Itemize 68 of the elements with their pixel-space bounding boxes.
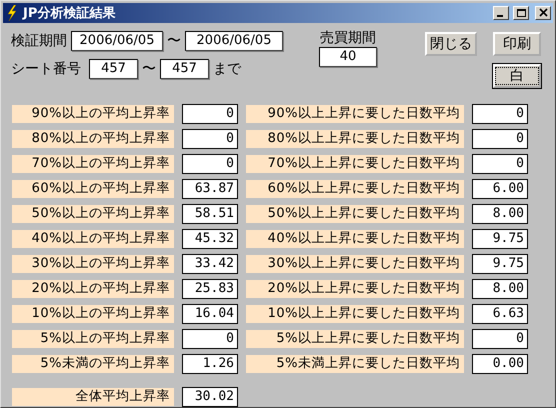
stat-label: 70%以上上昇に要した日数平均 [246,155,464,173]
stat-label: 20%以上上昇に要した日数平均 [246,280,464,298]
stat-value-field: 63.87 [182,179,238,199]
minimize-button[interactable] [493,6,509,20]
null[interactable]: 40 [319,47,377,67]
stat-value-field: 0 [472,104,528,124]
stat-label: 80%以上上昇に要した日数平均 [246,130,464,148]
maximize-icon [516,8,526,18]
stat-value-field: 0 [182,104,238,124]
stat-label: 5%未満の平均上昇率 [12,355,174,373]
maximize-button[interactable] [513,6,529,20]
stat-value-field: 0.00 [472,354,528,374]
stat-value-field: 1.26 [182,354,238,374]
stat-value-field: 8.00 [472,279,528,299]
action-button[interactable]: 白 [493,64,541,88]
null[interactable]: 2006/06/05 [71,31,163,51]
stat-label: 20%以上の平均上昇率 [12,280,174,298]
action-button[interactable]: 閉じる [425,32,477,56]
range-tilde: 〜 [167,32,181,50]
stat-value-field: 0 [472,129,528,149]
stat-value-field: 0 [182,154,238,174]
stat-label: 5%以上上昇に要した日数平均 [246,330,464,348]
null[interactable]: 2006/06/05 [185,31,283,51]
stat-label: 40%以上上昇に要した日数平均 [246,230,464,248]
stat-value-field: 0 [472,154,528,174]
stat-value-field: 9.75 [472,254,528,274]
stat-label: 90%以上上昇に要した日数平均 [246,105,464,123]
stat-label: 30%以上の平均上昇率 [12,255,174,273]
stat-value-field: 25.83 [182,279,238,299]
stat-label: 60%以上上昇に要した日数平均 [246,180,464,198]
period-label: 検証期間 [11,32,67,50]
range-tilde: 〜 [142,60,156,78]
stat-label: 80%以上の平均上昇率 [12,130,174,148]
stat-value-field: 33.42 [182,254,238,274]
action-button[interactable]: 印刷 [493,32,541,56]
stat-label: 10%以上の平均上昇率 [12,305,174,323]
stat-value-field: 0 [472,329,528,349]
stat-value-field: 58.51 [182,204,238,224]
stat-label: 40%以上の平均上昇率 [12,230,174,248]
null[interactable]: 457 [89,59,138,79]
stat-label: 70%以上の平均上昇率 [12,155,174,173]
stat-value-field: 6.00 [472,179,528,199]
null[interactable]: 457 [160,59,209,79]
lightning-icon [5,5,19,21]
stat-value-field: 30.02 [182,387,238,407]
sheet-label: シート番号 [11,60,81,78]
close-icon [538,8,548,18]
until-label: まで [213,60,241,78]
window-title: JP分析検証結果 [23,5,116,22]
stat-value-field: 16.04 [182,304,238,324]
stat-value-field: 0 [182,129,238,149]
trade-period-label: 売買期間 [320,29,376,47]
stat-value-field: 8.00 [472,204,528,224]
stat-value-field: 9.75 [472,229,528,249]
stat-label: 5%未満上昇に要した日数平均 [246,355,464,373]
close-button[interactable] [535,6,551,20]
stat-label: 50%以上上昇に要した日数平均 [246,205,464,223]
stat-label: 30%以上上昇に要した日数平均 [246,255,464,273]
stat-label: 50%以上の平均上昇率 [12,205,174,223]
minimize-icon [497,15,503,17]
stat-label: 60%以上の平均上昇率 [12,180,174,198]
stat-value-field: 45.32 [182,229,238,249]
stat-value-field: 0 [182,329,238,349]
stat-label: 5%以上の平均上昇率 [12,330,174,348]
stat-value-field: 6.63 [472,304,528,324]
stat-label: 全体平均上昇率 [12,388,174,406]
stat-label: 10%以上上昇に要した日数平均 [246,305,464,323]
stat-label: 90%以上の平均上昇率 [12,105,174,123]
